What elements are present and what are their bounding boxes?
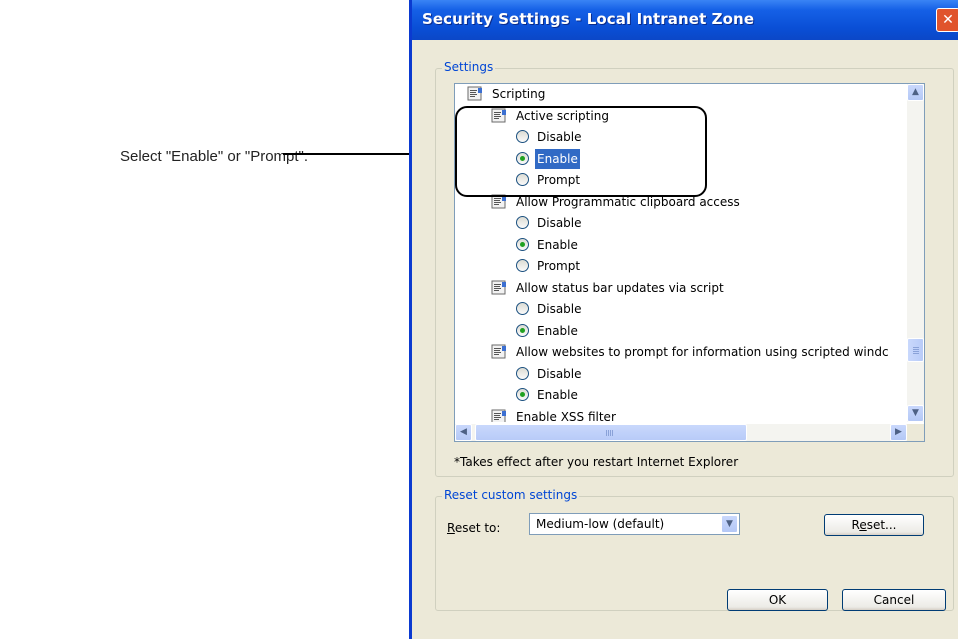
scroll-left-button[interactable]: ◀ <box>455 424 472 441</box>
close-button[interactable]: ✕ <box>936 8 958 32</box>
settings-page-icon <box>491 108 506 122</box>
chevron-up-icon: ▲ <box>912 87 919 97</box>
settings-page-icon <box>491 409 506 422</box>
radio-button[interactable] <box>516 130 529 143</box>
callout-annotation: Select "Enable" or "Prompt". <box>120 148 309 165</box>
close-icon: ✕ <box>942 12 954 28</box>
settings-page-icon <box>491 194 506 208</box>
option-label: Enable <box>537 237 578 252</box>
setting-label: Enable XSS filter <box>516 409 616 423</box>
scroll-down-button[interactable]: ▼ <box>907 405 924 422</box>
scroll-right-button[interactable]: ▶ <box>890 424 907 441</box>
vertical-scroll-thumb[interactable] <box>907 338 924 362</box>
window-title: Security Settings - Local Intranet Zone <box>422 10 755 28</box>
radio-button[interactable] <box>516 173 529 186</box>
cancel-button[interactable]: Cancel <box>842 589 946 611</box>
option-label: Enable <box>537 388 578 402</box>
setting-label: Allow status bar updates via script <box>516 280 724 295</box>
ok-button[interactable]: OK <box>727 589 828 611</box>
horizontal-scroll-thumb[interactable] <box>475 424 747 441</box>
chevron-right-icon: ▶ <box>895 427 902 437</box>
reset-button[interactable]: Reset... <box>824 514 924 536</box>
option-label: Disable <box>537 302 582 316</box>
horizontal-scrollbar[interactable]: ◀ ▶ <box>455 424 907 441</box>
settings-list[interactable]: Scripting Active scripting Disable Enable Pr… <box>454 83 925 442</box>
setting-label: Allow websites to prompt for information… <box>516 345 889 359</box>
radio-button[interactable] <box>516 216 529 229</box>
option-label: Disable <box>537 130 582 144</box>
chevron-down-icon: ▼ <box>726 519 733 529</box>
reset-to-label: Reset to: <box>447 521 501 535</box>
radio-button[interactable] <box>516 237 529 251</box>
radio-button[interactable] <box>516 151 529 165</box>
settings-page-icon <box>491 344 506 359</box>
setting-label: Scripting <box>492 87 546 101</box>
option-label: Prompt <box>537 173 581 187</box>
radio-button[interactable] <box>516 323 529 337</box>
setting-label: Active scripting <box>516 108 609 123</box>
option-label: Disable <box>537 216 582 230</box>
settings-page-icon <box>491 280 506 294</box>
reset-level-select[interactable]: Medium-low (default) ▼ <box>529 513 740 535</box>
settings-list-content: Scripting Active scripting Disable Enable Pr… <box>455 84 905 422</box>
scroll-up-button[interactable]: ▲ <box>907 84 924 101</box>
reset-group-label: Reset custom settings <box>442 488 580 502</box>
scrollbar-corner <box>907 424 924 441</box>
option-label: Enable <box>535 148 580 169</box>
radio-button[interactable] <box>516 366 529 380</box>
option-label: Enable <box>537 323 578 338</box>
radio-button[interactable] <box>516 388 529 401</box>
option-label: Disable <box>537 366 582 381</box>
settings-group-label: Settings <box>442 60 496 74</box>
vertical-scrollbar[interactable]: ▲ ▼ <box>907 84 924 422</box>
settings-page-icon <box>467 86 482 101</box>
security-settings-dialog: Security Settings - Local Intranet Zone … <box>409 0 958 639</box>
chevron-down-icon: ▼ <box>912 408 919 418</box>
setting-label: Allow Programmatic clipboard access <box>516 194 740 209</box>
restart-note: *Takes effect after you restart Internet… <box>454 455 739 469</box>
reset-level-value: Medium-low (default) <box>536 517 665 531</box>
dialog-client-area: Settings Scripting Active scripting Disabl… <box>412 40 958 639</box>
radio-button[interactable] <box>516 259 529 272</box>
option-label: Prompt <box>537 259 581 273</box>
dropdown-button[interactable]: ▼ <box>721 515 738 533</box>
title-bar[interactable]: Security Settings - Local Intranet Zone … <box>412 0 958 40</box>
chevron-left-icon: ◀ <box>460 427 467 437</box>
radio-button[interactable] <box>516 302 529 315</box>
